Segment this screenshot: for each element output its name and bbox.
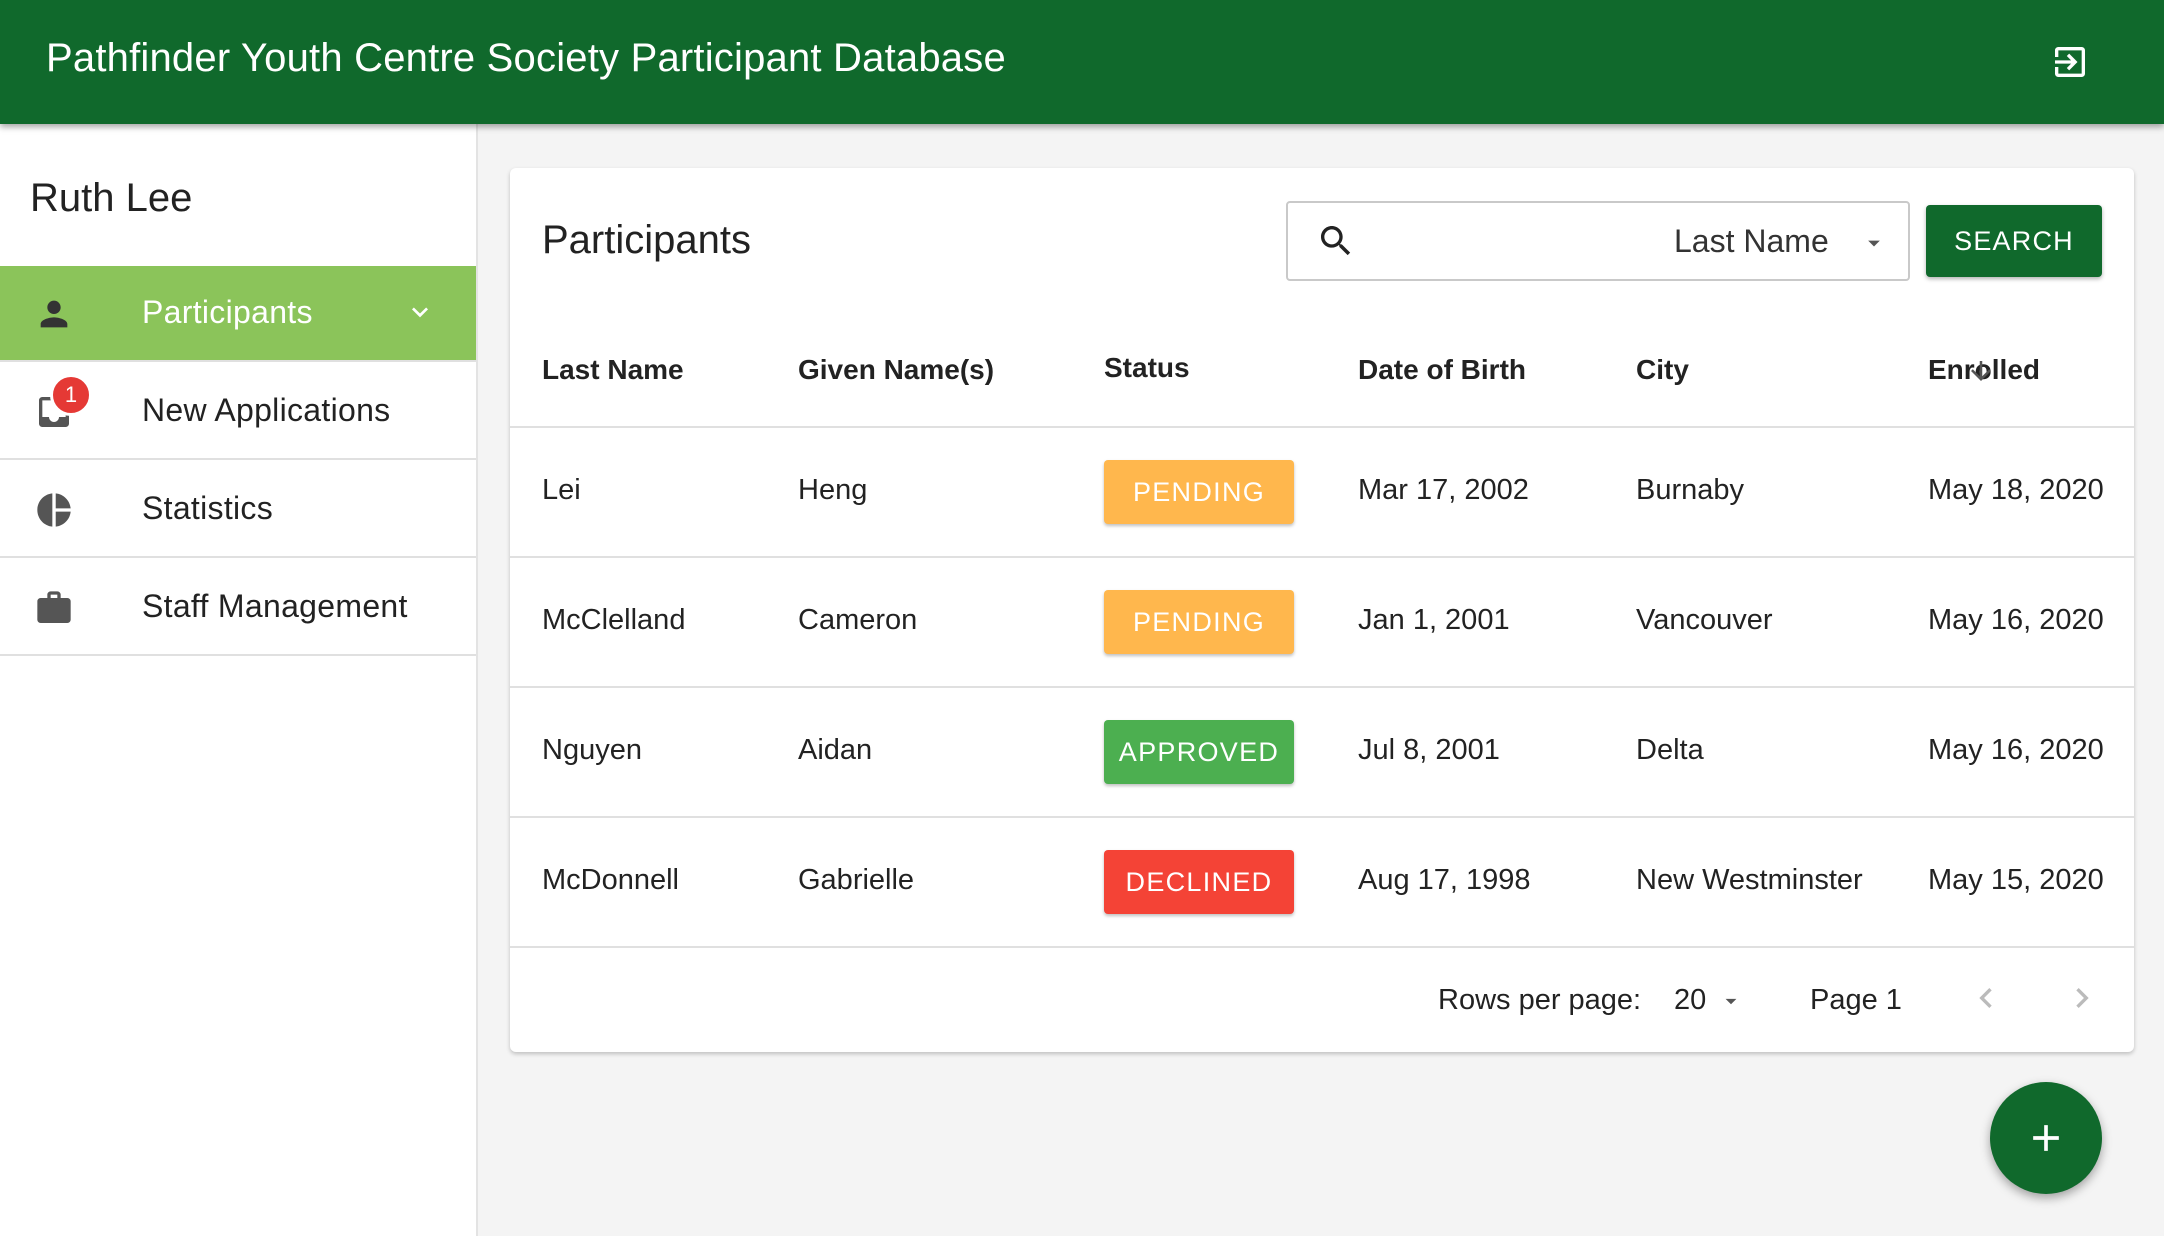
status-badge: PENDING xyxy=(1104,460,1294,524)
sidebar-item-participants[interactable]: Participants xyxy=(0,266,476,362)
column-header-date-of-birth[interactable]: Date of Birth xyxy=(1358,354,1526,386)
rows-per-page-label: Rows per page: xyxy=(1438,984,1642,1016)
cell-date-of-birth: Jan 1, 2001 xyxy=(1358,604,1510,636)
cell-enrolled: May 18, 2020 xyxy=(1928,474,2104,506)
notification-badge: 1 xyxy=(50,374,92,416)
pie-chart-icon xyxy=(37,493,71,527)
column-header-given-names[interactable]: Given Name(s) xyxy=(798,354,994,386)
logout-icon xyxy=(2055,47,2085,77)
status-badge: PENDING xyxy=(1104,590,1294,654)
chevron-down-icon[interactable] xyxy=(404,296,436,328)
app-title: Pathfinder Youth Centre Society Particip… xyxy=(46,36,1006,80)
app-bar: Pathfinder Youth Centre Society Particip… xyxy=(0,0,2164,124)
cell-last-name: Lei xyxy=(542,474,581,506)
sidebar-item-label: Statistics xyxy=(142,490,274,526)
rows-per-page-select[interactable]: 20 xyxy=(1666,974,1746,1024)
status-badge: APPROVED xyxy=(1104,720,1294,784)
column-header-last-name[interactable]: Last Name xyxy=(542,354,684,386)
sidebar-item-staff-management[interactable]: Staff Management xyxy=(0,560,476,656)
sidebar-item-new-applications[interactable]: 1 New Applications xyxy=(0,364,476,460)
table-row[interactable]: McDonnell Gabrielle DECLINED Aug 17, 199… xyxy=(510,818,2134,948)
dropdown-arrow-icon xyxy=(1725,998,1737,1005)
cell-given-names: Gabrielle xyxy=(798,864,915,896)
cell-given-names: Aidan xyxy=(798,734,873,766)
sidebar: Ruth Lee Participants 1 New Applications… xyxy=(0,124,478,1236)
cell-enrolled: May 16, 2020 xyxy=(1928,604,2104,636)
cell-last-name: McDonnell xyxy=(542,864,679,896)
rows-per-page-value: 20 xyxy=(1674,984,1707,1016)
column-header-city[interactable]: City xyxy=(1636,354,1689,386)
cell-last-name: Nguyen xyxy=(542,734,642,766)
user-name: Ruth Lee xyxy=(30,176,193,220)
search-input[interactable] xyxy=(1374,215,1674,269)
column-header-status[interactable]: Status xyxy=(1104,352,1190,384)
dropdown-arrow-icon xyxy=(1868,240,1880,247)
cell-enrolled: May 15, 2020 xyxy=(1928,864,2104,896)
plus-icon xyxy=(2033,1125,2059,1151)
cell-city: Delta xyxy=(1636,734,1704,766)
cell-date-of-birth: Jul 8, 2001 xyxy=(1358,734,1500,766)
table-row[interactable]: McClelland Cameron PENDING Jan 1, 2001 V… xyxy=(510,558,2134,688)
cell-given-names: Heng xyxy=(798,474,868,506)
participants-card: Participants Last Name SEARCH Last Name … xyxy=(510,168,2134,1052)
person-icon xyxy=(40,300,68,328)
cell-city: New Westminster xyxy=(1636,864,1863,896)
search-box: Last Name xyxy=(1286,201,1910,281)
cell-date-of-birth: Mar 17, 2002 xyxy=(1358,474,1529,506)
status-badge: DECLINED xyxy=(1104,850,1294,914)
sidebar-item-label: Staff Management xyxy=(142,588,408,624)
cell-city: Vancouver xyxy=(1636,604,1773,636)
cell-date-of-birth: Aug 17, 1998 xyxy=(1358,864,1531,896)
cell-last-name: McClelland xyxy=(542,604,686,636)
briefcase-icon xyxy=(37,591,71,623)
search-icon xyxy=(1321,226,1351,256)
search-field-select[interactable]: Last Name xyxy=(1674,203,1910,281)
add-participant-button[interactable] xyxy=(1990,1082,2102,1194)
table-row[interactable]: Nguyen Aidan APPROVED Jul 8, 2001 Delta … xyxy=(510,688,2134,818)
logout-button[interactable] xyxy=(2044,38,2096,86)
chevron-left-icon[interactable] xyxy=(1966,978,2006,1018)
page-indicator: Page 1 xyxy=(1810,984,1902,1016)
cell-enrolled: May 16, 2020 xyxy=(1928,734,2104,766)
cell-city: Burnaby xyxy=(1636,474,1745,506)
sidebar-item-label: New Applications xyxy=(142,392,391,428)
search-button[interactable]: SEARCH xyxy=(1926,205,2102,277)
search-field-value: Last Name xyxy=(1674,223,1829,259)
sidebar-item-label: Participants xyxy=(142,294,313,330)
sort-arrow-down-icon[interactable] xyxy=(1966,356,1996,386)
cell-given-names: Cameron xyxy=(798,604,918,636)
table-row[interactable]: Lei Heng PENDING Mar 17, 2002 Burnaby Ma… xyxy=(510,428,2134,558)
page-title: Participants xyxy=(542,218,751,262)
sidebar-item-statistics[interactable]: Statistics xyxy=(0,462,476,558)
chevron-right-icon[interactable] xyxy=(2062,978,2102,1018)
